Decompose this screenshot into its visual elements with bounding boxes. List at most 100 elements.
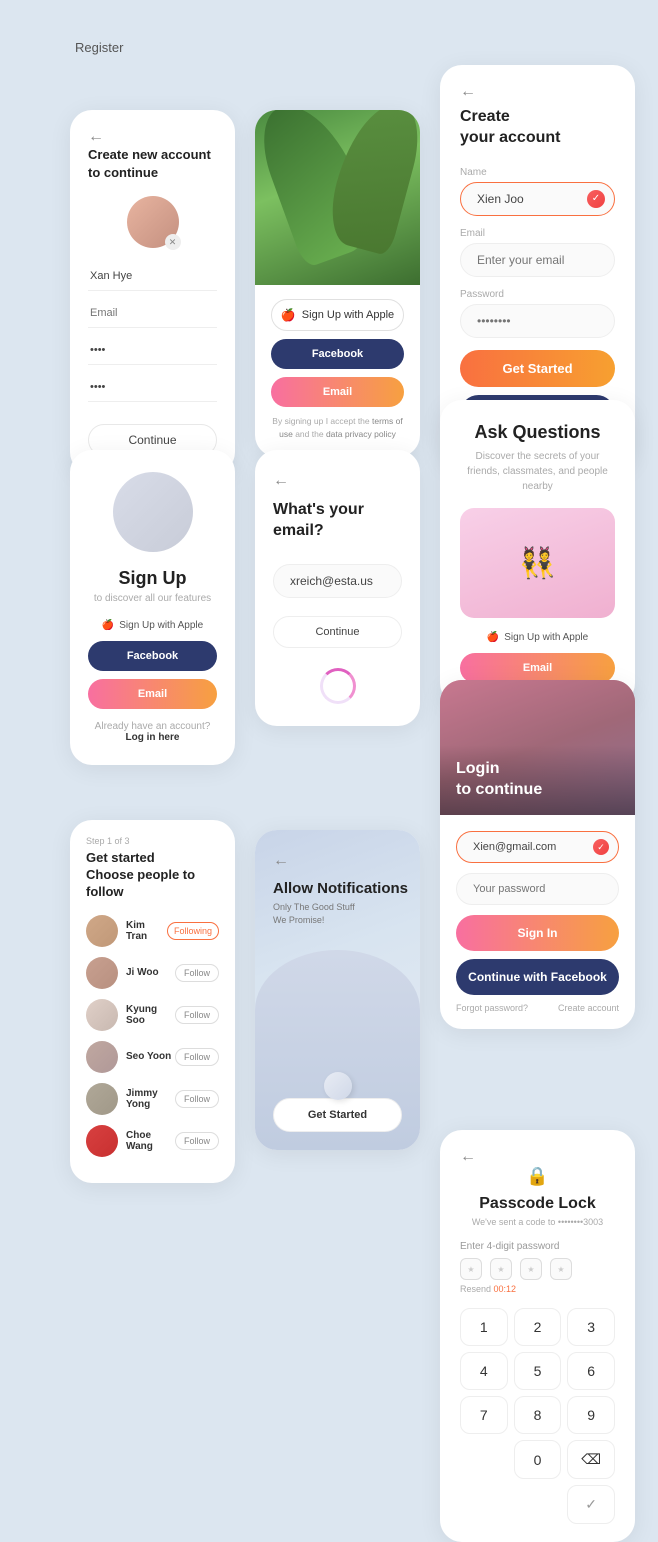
email-input[interactable] (273, 564, 402, 598)
avatar-wrap: ✕ (127, 196, 179, 248)
friends-image: 👯 (460, 508, 615, 618)
login-hero: Loginto continue (440, 680, 635, 815)
person-name: Kim Tran (126, 920, 167, 942)
num-6[interactable]: 6 (567, 1352, 615, 1390)
continue-button[interactable]: Continue (273, 616, 402, 648)
apple-label: Sign Up with Apple (119, 620, 203, 631)
get-started-button[interactable]: Get Started (460, 350, 615, 387)
person-avatar (86, 1083, 118, 1115)
back-button[interactable]: ← (88, 128, 104, 146)
email-button[interactable]: Email (88, 679, 217, 709)
card-title: Createyour account (460, 107, 615, 149)
email-field-row: Email (460, 228, 615, 277)
num-2[interactable]: 2 (514, 1308, 562, 1346)
apple-icon: 🍎 (487, 632, 499, 643)
check-icon: ✓ (593, 839, 609, 855)
ask-title: Ask Questions (460, 422, 615, 443)
password-input[interactable] (456, 873, 619, 905)
email-input[interactable] (460, 243, 615, 277)
num-0[interactable]: 0 (514, 1440, 562, 1479)
num-3[interactable]: 3 (567, 1308, 615, 1346)
password-input-2[interactable] (88, 373, 217, 402)
num-8[interactable]: 8 (514, 1396, 562, 1434)
follow-button[interactable]: Follow (175, 1132, 219, 1150)
apple-row: 🍎 Sign Up with Apple (88, 620, 217, 631)
create-account-link[interactable]: Create account (558, 1003, 619, 1013)
card-create-new-account: ← Create new accountto continue ✕ Contin… (70, 110, 235, 474)
follow-button[interactable]: Follow (175, 964, 219, 982)
password-input[interactable] (460, 304, 615, 338)
person-row: Choe Wang Follow (86, 1125, 219, 1157)
pin-dot-1: ★ (460, 1258, 482, 1280)
facebook-button[interactable]: Facebook (88, 641, 217, 671)
facebook-button[interactable]: Continue with Facebook (456, 959, 619, 995)
back-button[interactable]: ← (273, 472, 289, 490)
step-label: Step 1 of 3 (86, 836, 219, 846)
plant-card-bottom: 🍎 Sign Up with Apple Facebook Email By s… (255, 285, 420, 457)
person-row: Kim Tran Following (86, 915, 219, 947)
email-button[interactable]: Email (271, 377, 404, 407)
person-avatar (86, 999, 118, 1031)
sphere-shape (324, 1072, 352, 1100)
already-text: Already have an account? (88, 721, 217, 732)
confirm-button[interactable]: ✓ (567, 1485, 615, 1524)
page-label: Register (75, 40, 123, 55)
password-input-1[interactable] (88, 336, 217, 365)
back-button[interactable]: ← (460, 1148, 476, 1166)
signin-button[interactable]: Sign In (456, 915, 619, 951)
follow-title: Get startedChoose people to follow (86, 850, 219, 901)
apple-label: Sign Up with Apple (302, 309, 394, 321)
following-button[interactable]: Following (167, 922, 219, 940)
person-row: Kyung Soo Follow (86, 999, 219, 1031)
follow-button[interactable]: Follow (175, 1006, 219, 1024)
notify-title: Allow Notifications (273, 880, 408, 897)
name-input[interactable] (88, 262, 217, 291)
num-7[interactable]: 7 (460, 1396, 508, 1434)
follow-button[interactable]: Follow (175, 1090, 219, 1108)
back-button[interactable]: ← (460, 83, 476, 101)
notify-subtitle: Only The Good StuffWe Promise! (273, 901, 408, 926)
num-1[interactable]: 1 (460, 1308, 508, 1346)
person-avatar (86, 1041, 118, 1073)
email-input[interactable] (88, 299, 217, 328)
back-button[interactable]: ← (273, 852, 408, 870)
forgot-password-link[interactable]: Forgot password? (456, 1003, 528, 1013)
delete-button[interactable]: ⌫ (567, 1440, 615, 1479)
lock-icon: 🔒 (460, 1166, 615, 1187)
num-4[interactable]: 4 (460, 1352, 508, 1390)
num-5[interactable]: 5 (514, 1352, 562, 1390)
leaf-2 (322, 110, 420, 257)
card-plant-signup: 🍎 Sign Up with Apple Facebook Email By s… (255, 110, 420, 457)
card-ask-questions: Ask Questions Discover the secrets of yo… (440, 400, 635, 705)
card-signup: Sign Up to discover all our features 🍎 S… (70, 450, 235, 765)
get-started-button[interactable]: Get Started (273, 1098, 402, 1132)
notification-bg: ← Allow Notifications Only The Good Stuf… (255, 830, 420, 1150)
terms-text: By signing up I accept the terms of use … (271, 415, 404, 441)
login-link[interactable]: Log in here (88, 732, 217, 743)
apple-signup-button[interactable]: 🍎 Sign Up with Apple (271, 299, 404, 331)
card-email: ← What's your email? Continue (255, 450, 420, 726)
hero-overlay: Loginto continue (440, 745, 635, 815)
password-field-row (456, 873, 619, 905)
remove-avatar-button[interactable]: ✕ (165, 234, 181, 250)
card-notifications: ← Allow Notifications Only The Good Stuf… (255, 830, 420, 1150)
card-title: Create new accountto continue (88, 146, 217, 182)
bottom-links: Forgot password? Create account (456, 1003, 619, 1013)
privacy-link[interactable]: data privacy policy (326, 429, 396, 439)
person-row: Jimmy Yong Follow (86, 1083, 219, 1115)
num-9[interactable]: 9 (567, 1396, 615, 1434)
person-row: Seo Yoon Follow (86, 1041, 219, 1073)
ask-subtitle: Discover the secrets of your friends, cl… (460, 449, 615, 494)
email-field-row: ✓ (456, 831, 619, 863)
pin-label: Enter 4-digit password (460, 1241, 615, 1252)
card-follow-people: Step 1 of 3 Get startedChoose people to … (70, 820, 235, 1183)
circle-avatar (113, 472, 193, 552)
email-button[interactable]: Email (460, 653, 615, 683)
follow-button[interactable]: Follow (175, 1048, 219, 1066)
plant-image (255, 110, 420, 285)
signup-subtitle: to discover all our features (88, 593, 217, 604)
notification-content: ← Allow Notifications Only The Good Stuf… (273, 852, 408, 926)
person-name: Jimmy Yong (126, 1088, 175, 1110)
facebook-button[interactable]: Facebook (271, 339, 404, 369)
email-title: What's your email? (273, 500, 402, 542)
